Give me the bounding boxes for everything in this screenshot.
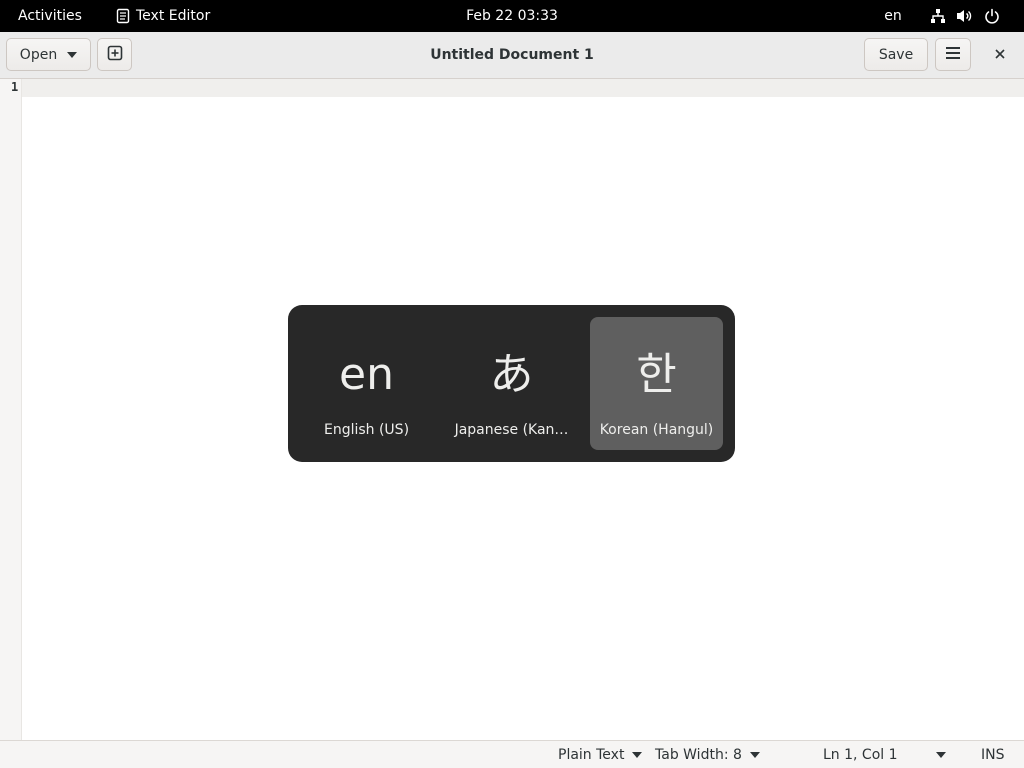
tab-width-selector[interactable]: Tab Width: 8 bbox=[655, 741, 760, 768]
input-source-name: English (US) bbox=[323, 422, 410, 438]
chevron-down-icon bbox=[67, 51, 78, 58]
new-tab-button[interactable] bbox=[97, 38, 132, 71]
status-bar: Plain Text Tab Width: 8 Ln 1, Col 1 INS bbox=[0, 740, 1024, 768]
input-source-name: Japanese (Kan… bbox=[454, 422, 569, 438]
input-source-indicator[interactable]: en bbox=[876, 0, 910, 32]
open-button[interactable]: Open bbox=[6, 38, 91, 71]
open-button-label: Open bbox=[19, 46, 58, 63]
input-source-glyph: あ bbox=[489, 349, 534, 400]
network-icon bbox=[930, 8, 946, 24]
main-menu-button[interactable] bbox=[935, 38, 971, 71]
activities-button[interactable]: Activities bbox=[8, 0, 92, 32]
language-selector[interactable]: Plain Text bbox=[558, 741, 643, 768]
input-source-english[interactable]: en English (US) bbox=[300, 317, 433, 450]
line-number: 1 bbox=[11, 80, 19, 94]
window-title: Untitled Document 1 bbox=[430, 47, 594, 63]
power-icon bbox=[984, 8, 1000, 24]
chevron-down-icon bbox=[632, 752, 643, 758]
close-button[interactable] bbox=[984, 40, 1016, 69]
language-label: Plain Text bbox=[558, 747, 625, 763]
hamburger-menu-icon bbox=[946, 46, 960, 63]
header-bar: Open Untitled Document 1 Save bbox=[0, 32, 1024, 79]
app-menu-label: Text Editor bbox=[136, 8, 211, 24]
new-tab-icon bbox=[107, 45, 123, 65]
position-menu-button[interactable] bbox=[936, 741, 946, 768]
clock-label[interactable]: Feb 22 03:33 bbox=[466, 8, 558, 24]
save-button[interactable]: Save bbox=[864, 38, 928, 71]
input-source-japanese[interactable]: あ Japanese (Kan… bbox=[445, 317, 578, 450]
chevron-down-icon bbox=[749, 752, 760, 758]
input-source-glyph: 한 bbox=[636, 349, 677, 400]
insert-mode-indicator: INS bbox=[981, 747, 1005, 763]
input-source-glyph: en bbox=[339, 349, 394, 400]
chevron-down-icon bbox=[936, 752, 946, 758]
text-editor-icon bbox=[116, 8, 130, 24]
cursor-position[interactable]: Ln 1, Col 1 bbox=[823, 741, 898, 768]
app-menu[interactable]: Text Editor bbox=[116, 0, 210, 32]
volume-icon bbox=[956, 8, 974, 24]
tab-width-label: Tab Width: 8 bbox=[655, 747, 742, 763]
current-line-highlight bbox=[22, 79, 1024, 97]
line-number-gutter bbox=[0, 79, 22, 740]
input-source-switcher: en English (US) あ Japanese (Kan… 한 Korea… bbox=[288, 305, 735, 462]
close-icon bbox=[995, 47, 1005, 63]
input-source-korean[interactable]: 한 Korean (Hangul) bbox=[590, 317, 723, 450]
input-source-name: Korean (Hangul) bbox=[599, 422, 714, 438]
top-bar: Activities Text Editor Feb 22 03:33 en bbox=[0, 0, 1024, 32]
system-menu[interactable] bbox=[930, 0, 1000, 32]
